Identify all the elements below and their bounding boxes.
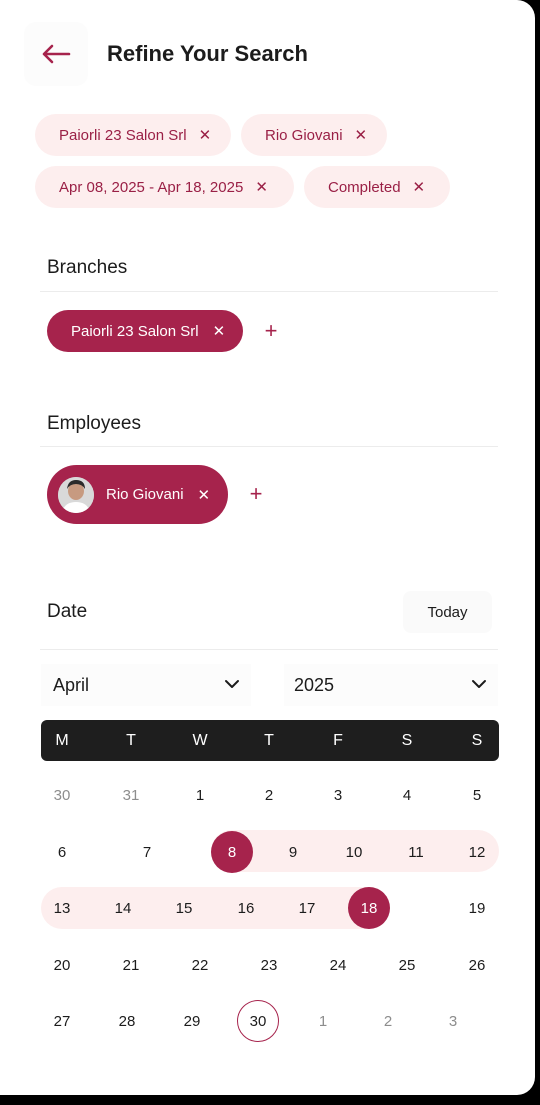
- weekday-label: T: [264, 732, 274, 749]
- calendar-day[interactable]: 10: [333, 831, 375, 873]
- refine-search-screen: Refine Your Search Paiorli 23 Salon Srl …: [0, 0, 535, 1095]
- employee-name: Rio Giovani: [106, 486, 184, 503]
- weekday-label: T: [126, 732, 136, 749]
- calendar-day[interactable]: 23: [248, 944, 290, 986]
- branch-pill[interactable]: Paiorli 23 Salon Srl ✕: [47, 310, 243, 352]
- month-value: April: [53, 674, 90, 695]
- calendar-day[interactable]: 13: [41, 887, 83, 929]
- calendar-day[interactable]: 3: [317, 774, 359, 816]
- filter-chip-employee[interactable]: Rio Giovani ✕: [241, 114, 387, 156]
- add-employee-button[interactable]: +: [237, 475, 275, 513]
- year-value: 2025: [294, 674, 335, 695]
- arrow-left-icon: [42, 44, 71, 64]
- calendar-day[interactable]: 26: [456, 944, 498, 986]
- calendar-day[interactable]: 31: [110, 774, 152, 816]
- range-highlight: [41, 887, 390, 929]
- calendar-day[interactable]: 15: [163, 887, 205, 929]
- plus-icon: +: [264, 318, 278, 343]
- calendar-day-selected[interactable]: 8: [211, 831, 253, 873]
- calendar-day[interactable]: 9: [272, 831, 314, 873]
- calendar-day-today[interactable]: 30: [237, 1000, 279, 1042]
- year-select[interactable]: 2025: [284, 664, 498, 706]
- weekday-label: S: [401, 732, 413, 749]
- chevron-down-icon: [472, 680, 486, 688]
- calendar-day-selected[interactable]: 18: [348, 887, 390, 929]
- calendar-day[interactable]: 29: [171, 1000, 213, 1042]
- chevron-down-icon: [225, 680, 239, 688]
- weekday-label: W: [192, 732, 208, 749]
- chip-label: Rio Giovani: [265, 126, 343, 144]
- calendar-day[interactable]: 7: [126, 831, 168, 873]
- employees-title: Employees: [47, 413, 141, 434]
- branches-title: Branches: [47, 257, 128, 278]
- calendar-day[interactable]: 14: [102, 887, 144, 929]
- divider: [40, 649, 498, 650]
- calendar-day[interactable]: 25: [386, 944, 428, 986]
- calendar-day[interactable]: 27: [41, 1000, 83, 1042]
- calendar-day[interactable]: 20: [41, 944, 83, 986]
- divider: [40, 291, 498, 292]
- back-button[interactable]: [24, 22, 88, 86]
- close-icon[interactable]: ✕: [213, 322, 226, 340]
- calendar-day[interactable]: 2: [248, 774, 290, 816]
- chip-label: Completed: [328, 178, 401, 196]
- calendar-day[interactable]: 3: [432, 1000, 474, 1042]
- page-title: Refine Your Search: [107, 41, 308, 66]
- chip-label: Paiorli 23 Salon Srl: [59, 126, 187, 144]
- calendar-day[interactable]: 2: [367, 1000, 409, 1042]
- branch-name: Paiorli 23 Salon Srl: [71, 322, 199, 340]
- calendar-day[interactable]: 28: [106, 1000, 148, 1042]
- filter-chip-date-range[interactable]: Apr 08, 2025 - Apr 18, 2025 ✕: [35, 166, 294, 208]
- plus-icon: +: [249, 481, 263, 506]
- close-icon[interactable]: ✕: [255, 178, 268, 196]
- calendar-day[interactable]: 12: [456, 831, 498, 873]
- filter-chip-branch[interactable]: Paiorli 23 Salon Srl ✕: [35, 114, 231, 156]
- close-icon[interactable]: ✕: [198, 486, 211, 504]
- calendar-day[interactable]: 17: [286, 887, 328, 929]
- header: Refine Your Search: [24, 22, 504, 86]
- weekday-label: M: [55, 732, 69, 749]
- avatar: [58, 476, 94, 513]
- weekday-label: S: [471, 732, 483, 749]
- date-title: Date: [47, 601, 88, 622]
- calendar-day[interactable]: 5: [456, 774, 498, 816]
- employee-pill[interactable]: Rio Giovani ✕: [47, 465, 228, 524]
- close-icon[interactable]: ✕: [413, 178, 426, 196]
- calendar-day[interactable]: 1: [302, 1000, 344, 1042]
- calendar-day[interactable]: 16: [225, 887, 267, 929]
- filter-chip-status[interactable]: Completed ✕: [304, 166, 450, 208]
- calendar-day[interactable]: 6: [41, 831, 83, 873]
- calendar-day[interactable]: 4: [386, 774, 428, 816]
- today-button[interactable]: Today: [403, 591, 492, 633]
- calendar-day[interactable]: 22: [179, 944, 221, 986]
- close-icon[interactable]: ✕: [199, 126, 212, 144]
- calendar-day[interactable]: 21: [110, 944, 152, 986]
- weekday-label: F: [333, 732, 343, 749]
- calendar-day[interactable]: 19: [456, 887, 498, 929]
- divider: [40, 446, 498, 447]
- calendar-day[interactable]: 1: [179, 774, 221, 816]
- add-branch-button[interactable]: +: [252, 312, 290, 350]
- calendar-day[interactable]: 30: [41, 774, 83, 816]
- calendar-day[interactable]: 24: [317, 944, 359, 986]
- close-icon[interactable]: ✕: [355, 126, 368, 144]
- weekday-header: MTWTFSS: [41, 720, 499, 761]
- month-select[interactable]: April: [41, 664, 251, 706]
- calendar-day[interactable]: 11: [395, 831, 437, 873]
- chip-label: Apr 08, 2025 - Apr 18, 2025: [59, 178, 244, 196]
